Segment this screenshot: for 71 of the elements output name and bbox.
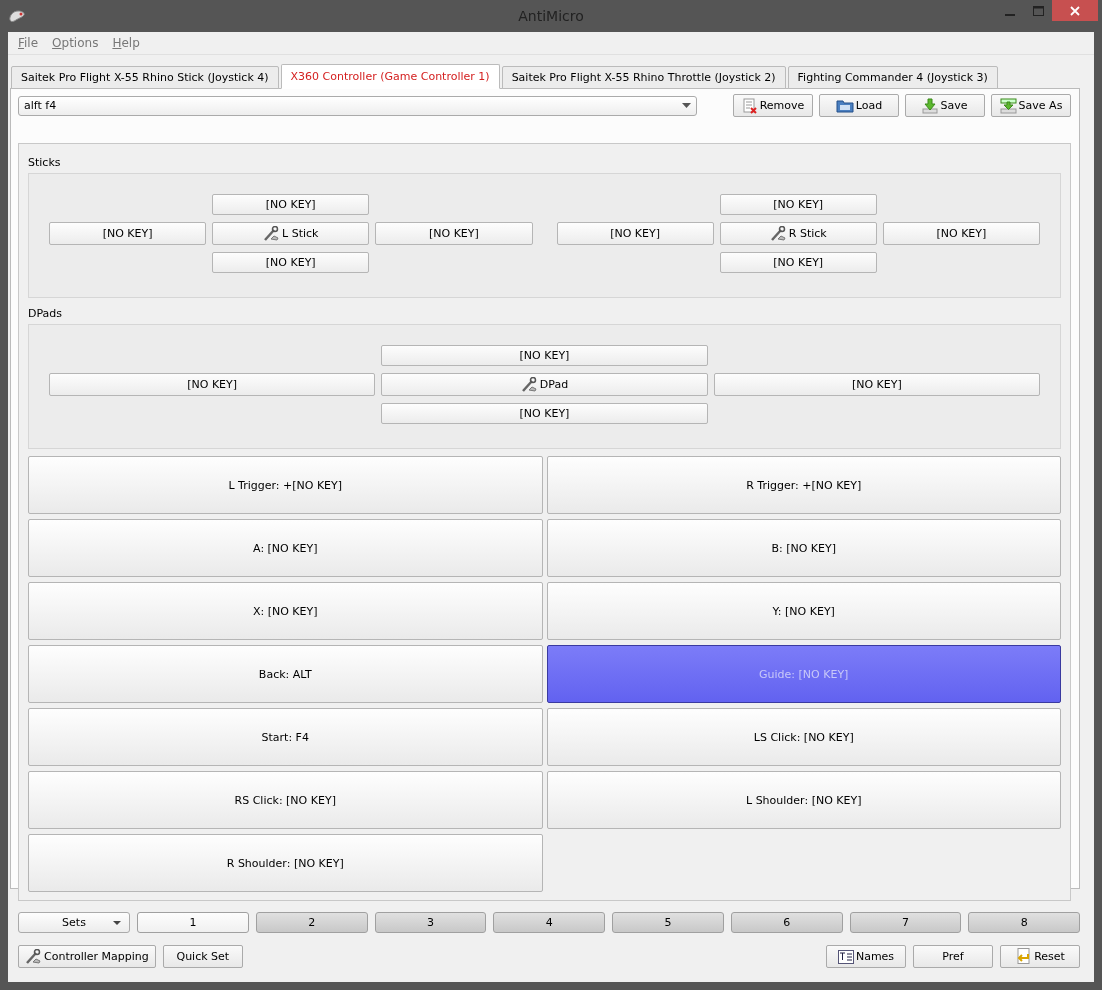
controller-button[interactable]: A: [NO KEY] [28,519,543,577]
controller-button[interactable]: Back: ALT [28,645,543,703]
wrench-icon [25,949,42,964]
document-delete-icon [741,97,758,114]
key-binding-button[interactable]: [NO KEY] [713,373,1040,396]
menu-item[interactable]: Help [112,36,140,50]
set-button[interactable]: 5 [612,912,724,933]
controller-button[interactable]: Y: [NO KEY] [546,582,1061,640]
key-binding-button[interactable]: [NO KEY] [212,194,370,215]
close-icon [1070,5,1080,16]
toolbar-button[interactable]: Names [826,945,906,968]
key-binding-button[interactable]: [NO KEY] [719,194,877,215]
maximize-icon [1032,5,1044,16]
controller-tab[interactable]: X360 Controller (Game Controller 1) [280,64,500,89]
menu-item[interactable]: Options [52,36,99,50]
minimize-icon [1005,13,1015,16]
key-binding-button[interactable]: [NO KEY] [381,345,708,366]
key-binding-button[interactable]: [NO KEY] [375,222,533,245]
profile-button[interactable]: Remove [733,94,813,117]
text-document-icon [837,949,854,964]
profile-button[interactable]: Save As [991,94,1071,117]
key-binding-button[interactable]: [NO KEY] [381,403,708,424]
stick-settings-button[interactable]: R Stick [719,222,877,245]
controller-tab[interactable]: Saitek Pro Flight X-55 Rhino Throttle (Joystick 2) [501,66,786,89]
controller-button[interactable]: B: [NO KEY] [546,519,1061,577]
key-binding-button[interactable]: [NO KEY] [49,373,376,396]
set-button[interactable]: 6 [730,912,843,933]
controller-button[interactable]: RS Click: [NO KEY] [28,771,543,829]
set-button[interactable]: 8 [968,912,1080,933]
set-button[interactable]: 1 [137,912,249,933]
section-label: DPads [28,307,64,320]
controller-button[interactable]: LS Click: [NO KEY] [546,708,1061,766]
controller-button[interactable]: R Shoulder: [NO KEY] [28,834,543,892]
stick-settings-button[interactable]: DPad [381,373,708,396]
download-icon [922,97,939,114]
set-button[interactable]: 3 [374,912,487,933]
controller-button[interactable]: R Trigger: +[NO KEY] [546,456,1061,514]
section-label: Sticks [28,156,62,169]
profile-button[interactable]: Load [819,94,899,117]
set-button[interactable]: 4 [493,912,605,933]
controller-button[interactable]: L Trigger: +[NO KEY] [28,456,543,514]
wrench-icon [769,226,787,241]
wrench-icon [263,226,281,241]
caret-icon [113,921,121,925]
controller-tab[interactable]: Fighting Commander 4 (Joystick 3) [787,66,998,89]
key-binding-button[interactable]: [NO KEY] [49,222,207,245]
controller-button[interactable]: X: [NO KEY] [28,582,543,640]
controller-button[interactable]: Start: F4 [28,708,543,766]
toolbar-button[interactable]: Controller Mapping [18,945,156,968]
profile-dropdown[interactable]: alft f4 [18,95,697,116]
profile-button[interactable]: Save [905,94,985,117]
controller-tab[interactable]: Saitek Pro Flight X-55 Rhino Stick (Joystick 4) [11,66,279,89]
toolbar-button[interactable]: Quick Set [162,945,243,968]
key-binding-button[interactable]: [NO KEY] [212,252,370,273]
toolbar-button[interactable]: Pref [913,945,993,968]
caret-icon [682,103,691,108]
stick-settings-button[interactable]: L Stick [212,222,370,245]
close-button[interactable] [1052,0,1098,21]
key-binding-button[interactable]: [NO KEY] [556,222,714,245]
key-binding-button[interactable]: [NO KEY] [882,222,1040,245]
folder-icon [835,98,854,113]
set-button[interactable]: 7 [849,912,962,933]
controller-button[interactable]: L Shoulder: [NO KEY] [546,771,1061,829]
toolbar-button[interactable]: Reset [1000,945,1080,968]
key-binding-button[interactable]: [NO KEY] [719,252,877,273]
wrench-icon [520,377,538,392]
sets-dropdown[interactable]: Sets [18,912,130,933]
download-icon [999,97,1017,114]
menu-item[interactable]: File [18,36,39,50]
gamepad-icon [8,9,26,23]
set-button[interactable]: 2 [255,912,368,933]
